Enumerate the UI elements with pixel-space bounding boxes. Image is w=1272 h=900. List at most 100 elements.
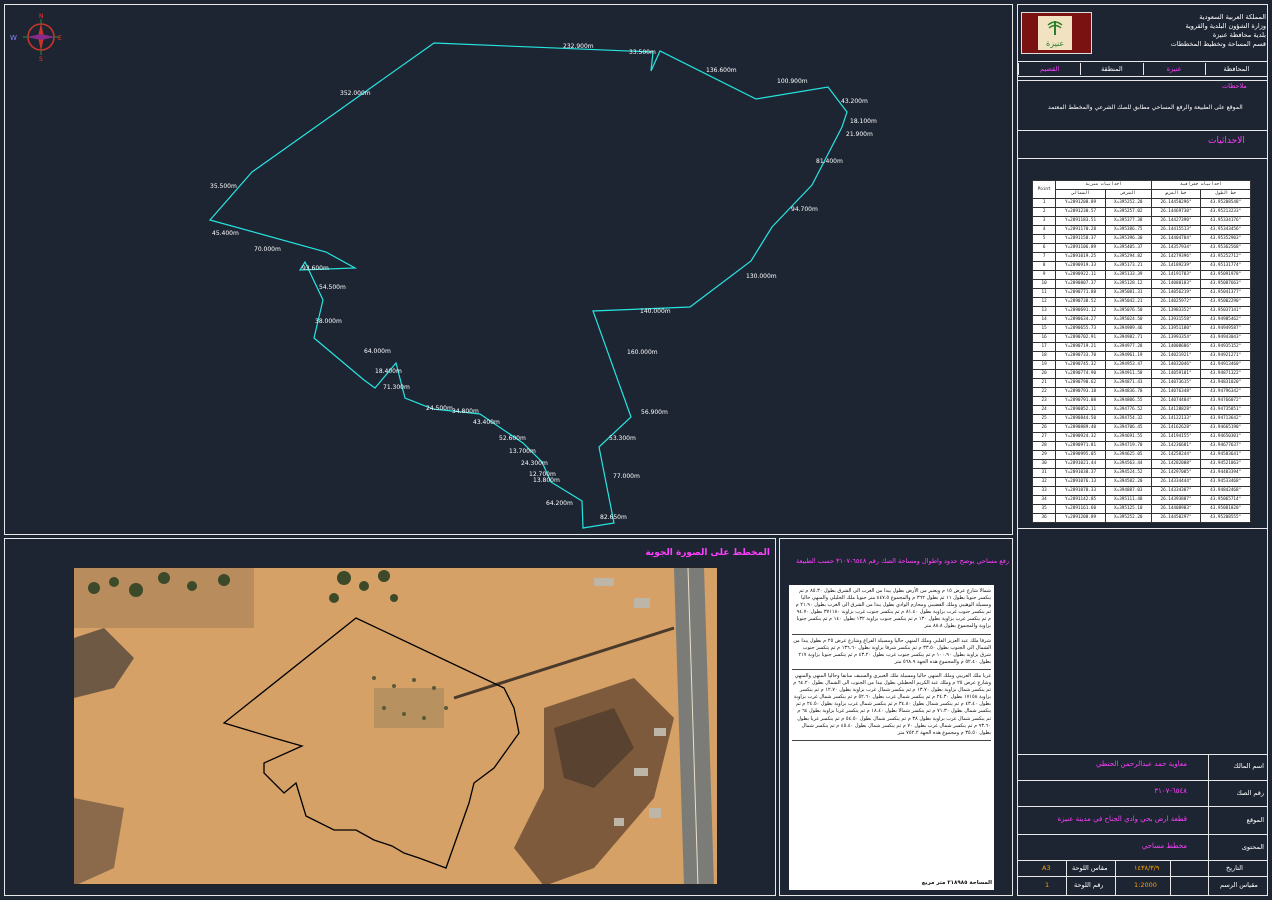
col-north: الشمالي xyxy=(1055,189,1106,199)
segment-length-label: 64.000m xyxy=(364,348,391,355)
owner-value: معاوية حمد عبدالرحمن الحنطي xyxy=(1096,760,1187,768)
coord-cell-y: Y=2890971.81 xyxy=(1055,441,1106,451)
coordinate-row: 5 Y=2891158.37 X=395396.30 26.14404784° 43.9… xyxy=(1031,234,1251,244)
coordinate-row: 6 Y=2891106.89 X=395405.37 26.14357934° 43.9… xyxy=(1031,243,1251,253)
coord-cell-y: Y=2891019.25 xyxy=(1055,252,1106,262)
coord-cell-x: X=394911.58 xyxy=(1104,369,1152,379)
coord-cell-lon: 43.94913460° xyxy=(1200,360,1251,370)
divider xyxy=(1018,876,1267,877)
coord-cell-lat: 26.14236681° xyxy=(1150,441,1202,451)
coord-cell-x: X=394989.46 xyxy=(1104,324,1152,334)
coord-cell-lat: 26.14279396° xyxy=(1150,252,1202,262)
divider xyxy=(1066,860,1067,896)
coord-cell-lon: 43.94842468° xyxy=(1200,486,1251,496)
col-utm-group: احداثيات مترية xyxy=(1055,180,1152,190)
coord-cell-lon: 43.94943043° xyxy=(1200,333,1251,343)
coordinate-row: 32 Y=2891076.13 X=394582.20 26.14334444° 43.… xyxy=(1031,477,1251,487)
coord-cell-y: Y=2891158.37 xyxy=(1055,234,1106,244)
coord-cell-lon: 43.94650301° xyxy=(1200,432,1251,442)
segment-length-label: 64.200m xyxy=(546,500,573,507)
coord-cell-x: X=395133.39 xyxy=(1104,270,1152,280)
coord-cell-lon: 43.95208555° xyxy=(1200,513,1251,523)
coordinate-row: 19 Y=2890745.32 X=394953.47 26.14032046° 43.… xyxy=(1031,360,1251,370)
coord-cell-x: X=394582.20 xyxy=(1104,477,1152,487)
coord-cell-y: Y=2890733.70 xyxy=(1055,351,1106,361)
date-value: ١٤٣٨/٣/٩ xyxy=(1134,864,1160,872)
content-value: مخطط مساحي xyxy=(1141,842,1187,850)
coord-cell-y: Y=2891183.51 xyxy=(1055,216,1106,226)
coord-cell-x: X=395111.48 xyxy=(1104,495,1152,505)
sheet-size-label: مقاس اللوحة xyxy=(1072,864,1108,872)
coord-cell-lon: 43.95208548° xyxy=(1200,198,1251,208)
coordinate-row: 3 Y=2891183.51 X=395377.38 26.14427390° 43.9… xyxy=(1031,216,1251,226)
segment-length-label: 352.000m xyxy=(340,90,371,97)
coord-cell-lon: 43.95081820° xyxy=(1200,504,1251,514)
coord-cell-x: X=394563.44 xyxy=(1104,459,1152,469)
region-cell-1: المحافظة xyxy=(1204,63,1267,75)
coord-cell-x: X=395252.20 xyxy=(1104,198,1152,208)
date-label: التاريخ xyxy=(1226,864,1243,872)
coordinate-row: 36 Y=2891208.89 X=395252.20 26.14450297° 43.… xyxy=(1031,513,1251,523)
coordinate-row: 4 Y=2891170.28 X=395386.75 26.14415513° 43.9… xyxy=(1031,225,1251,235)
coord-cell-x: X=394625.05 xyxy=(1104,450,1152,460)
coordinate-row: 21 Y=2890790.62 X=394871.43 26.14073615° 43.… xyxy=(1031,378,1251,388)
coordinate-row: 16 Y=2890702.91 X=394982.71 26.13993354° 43.… xyxy=(1031,333,1251,343)
coord-cell-lon: 43.94665190° xyxy=(1200,423,1251,433)
segment-length-label: 81.400m xyxy=(816,158,843,165)
coord-cell-lat: 26.14008686° xyxy=(1150,342,1202,352)
coord-cell-p: 10 xyxy=(1031,279,1057,289)
location-value: قطعة ارض بحي وادي الجناح في مدينة عنيزة xyxy=(1057,815,1187,823)
coord-cell-lat: 26.14415513° xyxy=(1150,225,1202,235)
coord-cell-y: Y=2891021.44 xyxy=(1055,459,1106,469)
coord-cell-p: 35 xyxy=(1031,504,1057,514)
west-boundary-description: غربا ملك العريبي وملك المنهي حاليا ومسيل… xyxy=(792,673,991,741)
coord-cell-x: X=394754.32 xyxy=(1104,414,1152,424)
segment-length-label: 71.300m xyxy=(383,384,410,391)
sheet-size-value: A3 xyxy=(1042,864,1051,872)
divider xyxy=(1018,158,1267,159)
coord-cell-p: 28 xyxy=(1031,441,1057,451)
segment-length-label: 232.900m xyxy=(563,43,594,50)
segment-length-label: 130.000m xyxy=(746,273,777,280)
coord-cell-y: Y=2890852.11 xyxy=(1055,405,1106,415)
coord-cell-lat: 26.14282008° xyxy=(1150,459,1202,469)
coord-cell-lon: 43.95037141° xyxy=(1200,306,1251,316)
coordinate-row: 26 Y=2890889.40 X=394706.45 26.14162628° 43.… xyxy=(1031,423,1251,433)
coord-cell-x: X=395042.21 xyxy=(1104,297,1152,307)
coordinates-table-panel: Point احداثيات مترية احداثيات جغرافية ال… xyxy=(1031,180,1252,523)
compass-west: W xyxy=(10,34,17,42)
aerial-image xyxy=(73,567,718,885)
divider xyxy=(1018,76,1267,77)
coordinate-row: 12 Y=2890738.52 X=395042.21 26.14025972° 43.… xyxy=(1031,297,1251,307)
coord-cell-p: 6 xyxy=(1031,243,1057,253)
coord-cell-lat: 26.14334387° xyxy=(1150,486,1202,496)
logo-text: عنيزة xyxy=(1046,39,1064,48)
coord-cell-y: Y=2890889.40 xyxy=(1055,423,1106,433)
coord-cell-lon: 43.94985462° xyxy=(1200,315,1251,325)
gov-line-2: وزارة الشؤون البلدية والقروية xyxy=(1185,22,1266,31)
segment-length-label: 70.000m xyxy=(254,246,281,253)
coord-cell-p: 25 xyxy=(1031,414,1057,424)
coord-cell-p: 34 xyxy=(1031,495,1057,505)
government-header: المملكة العربية السعودية وزارة الشؤون ال… xyxy=(1140,13,1266,49)
coord-cell-y: Y=2890790.62 xyxy=(1055,378,1106,388)
coord-cell-lon: 43.94921271° xyxy=(1200,351,1251,361)
east-boundary-description: شرقا ملك عبد العزيز القلبي وملك المنهي ح… xyxy=(792,638,991,670)
coord-cell-lon: 43.95352903° xyxy=(1200,234,1251,244)
scale-label: مقياس الرسم xyxy=(1220,881,1258,889)
coordinate-row: 25 Y=2890844.50 X=394754.32 26.14122133° 43.… xyxy=(1031,414,1251,424)
gov-line-4: قسم المساحة وتخطيط المخططات xyxy=(1170,40,1266,49)
segment-length-label: 140.000m xyxy=(640,308,671,315)
compass-south: S xyxy=(39,56,43,62)
coord-cell-lat: 26.14076348° xyxy=(1150,387,1202,397)
boundary-plot: 232.900m 33.500m 136.600m 100.900m 43.200m 18… xyxy=(208,42,877,529)
coord-cell-lat: 26.14469730° xyxy=(1150,207,1202,217)
coord-cell-x: X=394887.03 xyxy=(1104,486,1152,496)
coord-cell-x: X=394953.47 xyxy=(1104,360,1152,370)
coord-cell-y: Y=2891208.89 xyxy=(1055,513,1106,523)
coord-cell-lat: 26.14393887° xyxy=(1150,495,1202,505)
coord-cell-y: Y=2890738.52 xyxy=(1055,297,1106,307)
coord-cell-p: 33 xyxy=(1031,486,1057,496)
coordinates-table: Point احداثيات مترية احداثيات جغرافية ال… xyxy=(1031,180,1252,523)
coord-cell-x: X=395377.38 xyxy=(1104,216,1152,226)
